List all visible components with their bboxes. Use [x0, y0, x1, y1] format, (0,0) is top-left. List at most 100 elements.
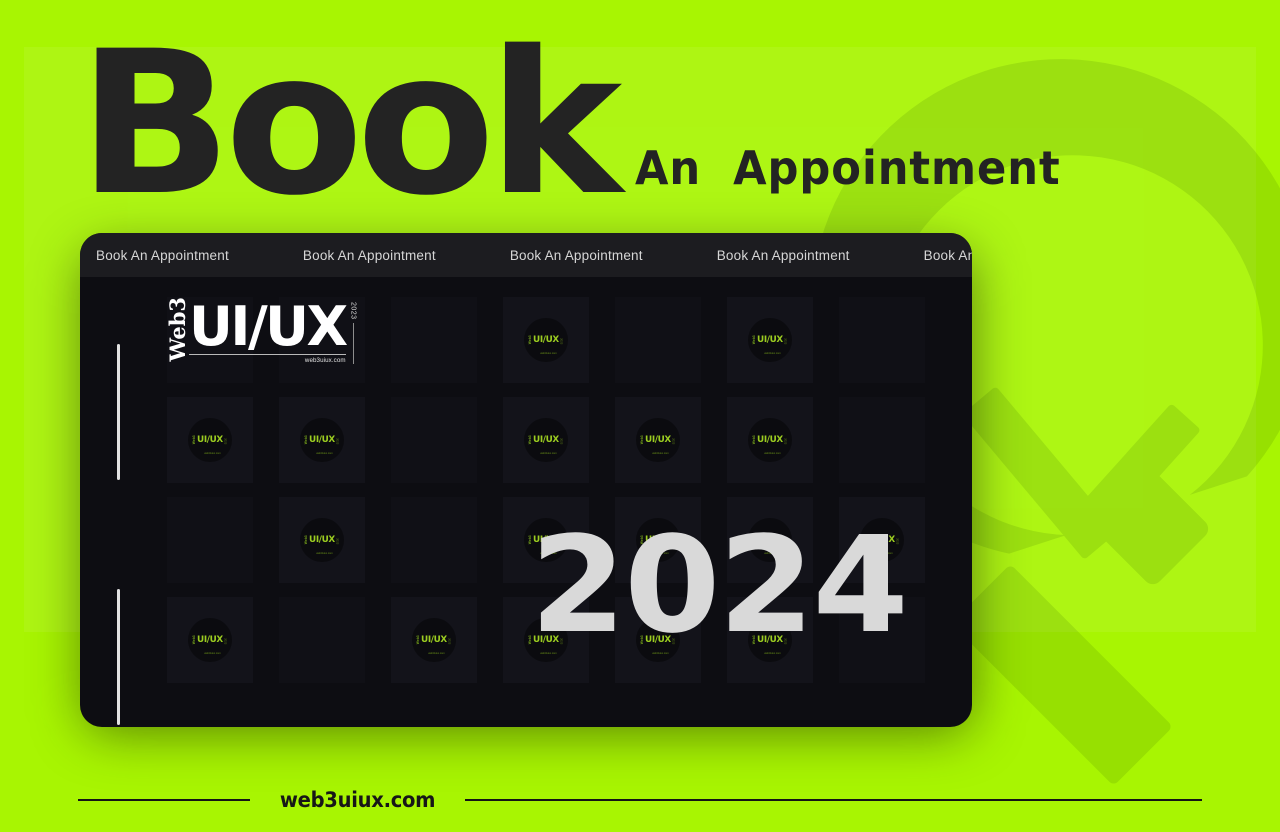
badge-inner: Web3 UI/UX 2023 — [752, 335, 788, 345]
grid-tile — [391, 497, 477, 583]
marquee-item[interactable]: Book An Appointment — [96, 248, 229, 263]
badge-url: web3uiux.com — [764, 452, 781, 455]
badge-url: web3uiux.com — [428, 652, 445, 655]
badge-year: 2023 — [335, 538, 340, 545]
grid-tile — [391, 397, 477, 483]
uiux-badge: Web3 UI/UX 2023 web3uiux.com — [748, 318, 792, 362]
uiux-badge: Web3 UI/UX 2023 web3uiux.com — [188, 418, 232, 462]
marquee-item[interactable]: Book An Appointment — [924, 248, 972, 263]
year-headline: 2024 — [530, 509, 909, 663]
badge-year: 2023 — [335, 438, 340, 445]
badge-inner: Web3 UI/UX 2023 — [528, 334, 564, 345]
badge-inner: Web3 UI/UX 2023 — [752, 434, 788, 445]
title-main: Book — [78, 7, 622, 239]
badge-wordmark: UI/UX — [533, 334, 560, 345]
marquee-item[interactable]: Book An Appointment — [303, 248, 436, 263]
title-subtitle: An Appointment — [634, 141, 1061, 195]
badge-prefix: Web3 — [416, 635, 421, 645]
grid-tile: Web3 UI/UX 2023 web3uiux.com — [615, 397, 701, 483]
badge-url: web3uiux.com — [540, 352, 557, 355]
logo-tick — [352, 323, 354, 364]
badge-wordmark: UI/UX — [421, 634, 448, 645]
grid-tile: Web3 UI/UX 2023 web3uiux.com — [391, 597, 477, 683]
badge-url: web3uiux.com — [540, 452, 557, 455]
grid-tile: Web3 UI/UX 2023 web3uiux.com — [279, 497, 365, 583]
badge-prefix: Web3 — [640, 435, 645, 445]
badge-prefix: Web3 — [528, 335, 533, 345]
badge-inner: Web3 UI/UX 2023 — [192, 634, 228, 645]
logo-wordmark: UI/UX — [189, 295, 348, 359]
grid-tile — [839, 397, 925, 483]
badge-wordmark: UI/UX — [533, 434, 560, 445]
badge-prefix: Web3 — [304, 435, 309, 445]
logo-url: web3uiux.com — [304, 356, 346, 364]
grid-tile: Web3 UI/UX 2023 web3uiux.com — [727, 297, 813, 383]
footer: web3uiux.com — [78, 788, 1202, 812]
brand-logo: Web3 UI/UX web3uiux.com 2023 — [165, 295, 357, 364]
grid-tile — [167, 497, 253, 583]
badge-prefix: Web3 — [304, 535, 309, 545]
badge-inner: Web3 UI/UX 2023 — [416, 634, 452, 645]
badge-prefix: Web3 — [192, 635, 197, 645]
footer-url: web3uiux.com — [279, 788, 436, 812]
grid-tile: Web3 UI/UX 2023 web3uiux.com — [167, 597, 253, 683]
badge-year: 2023 — [783, 338, 788, 345]
badge-prefix: Web3 — [752, 335, 757, 345]
marquee-strip[interactable]: Book An Appointment Book An Appointment Bo… — [80, 233, 972, 277]
marquee-item[interactable]: Book An Appointment — [717, 248, 850, 263]
badge-prefix: Web3 — [192, 435, 197, 445]
badge-url: web3uiux.com — [204, 452, 221, 455]
logo-year: 2023 — [349, 301, 357, 320]
grid-tile — [615, 297, 701, 383]
uiux-badge: Web3 UI/UX 2023 web3uiux.com — [748, 418, 792, 462]
badge-wordmark: UI/UX — [197, 634, 224, 645]
badge-inner: Web3 UI/UX 2023 — [304, 434, 340, 445]
badge-inner: Web3 UI/UX 2023 — [192, 435, 228, 445]
badge-url: web3uiux.com — [316, 552, 333, 555]
badge-wordmark: UI/UX — [309, 534, 336, 545]
badge-inner: Web3 UI/UX 2023 — [640, 434, 676, 445]
logo-prefix: Web3 — [165, 297, 190, 362]
uiux-badge: Web3 UI/UX 2023 web3uiux.com — [524, 418, 568, 462]
uiux-badge: Web3 UI/UX 2023 web3uiux.com — [636, 418, 680, 462]
grid-tile — [279, 597, 365, 683]
badge-year: 2023 — [447, 638, 452, 645]
badge-year: 2023 — [783, 438, 788, 445]
grid-tile: Web3 UI/UX 2023 web3uiux.com — [167, 397, 253, 483]
footer-rule-left — [78, 799, 250, 801]
grid-tile: Web3 UI/UX 2023 web3uiux.com — [727, 397, 813, 483]
uiux-badge: Web3 UI/UX 2023 web3uiux.com — [524, 318, 568, 362]
logo-rule — [189, 353, 346, 355]
grid-tile — [391, 297, 477, 383]
accent-bar-bottom — [117, 589, 120, 725]
page-title: Book An Appointment — [78, 7, 1178, 239]
badge-inner: Web3 UI/UX 2023 — [528, 434, 564, 445]
grid-tile: Web3 UI/UX 2023 web3uiux.com — [503, 297, 589, 383]
uiux-badge: Web3 UI/UX 2023 web3uiux.com — [188, 618, 232, 662]
grid-tile — [839, 297, 925, 383]
uiux-badge: Web3 UI/UX 2023 web3uiux.com — [300, 518, 344, 562]
logo-right: 2023 — [350, 302, 357, 364]
grid-tile: Web3 UI/UX 2023 web3uiux.com — [503, 397, 589, 483]
poster-canvas: Book An Appointment Book An Appointment B… — [0, 0, 1280, 832]
uiux-badge: Web3 UI/UX 2023 web3uiux.com — [300, 418, 344, 462]
badge-year: 2023 — [223, 438, 228, 445]
logo-center: UI/UX web3uiux.com — [189, 295, 348, 364]
badge-url: web3uiux.com — [316, 452, 333, 455]
accent-bar-top — [117, 344, 120, 480]
badge-prefix: Web3 — [752, 435, 757, 445]
badge-wordmark: UI/UX — [309, 434, 336, 445]
badge-year: 2023 — [223, 638, 228, 645]
badge-wordmark: UI/UX — [645, 434, 672, 445]
badge-year: 2023 — [559, 338, 564, 345]
badge-url: web3uiux.com — [652, 452, 669, 455]
marquee-item[interactable]: Book An Appointment — [510, 248, 643, 263]
badge-year: 2023 — [559, 438, 564, 445]
grid-tile: Web3 UI/UX 2023 web3uiux.com — [279, 397, 365, 483]
uiux-badge: Web3 UI/UX 2023 web3uiux.com — [412, 618, 456, 662]
badge-wordmark: UI/UX — [757, 434, 784, 445]
badge-prefix: Web3 — [528, 435, 533, 445]
badge-url: web3uiux.com — [764, 352, 781, 355]
badge-inner: Web3 UI/UX 2023 — [304, 534, 340, 545]
badge-year: 2023 — [671, 438, 676, 445]
